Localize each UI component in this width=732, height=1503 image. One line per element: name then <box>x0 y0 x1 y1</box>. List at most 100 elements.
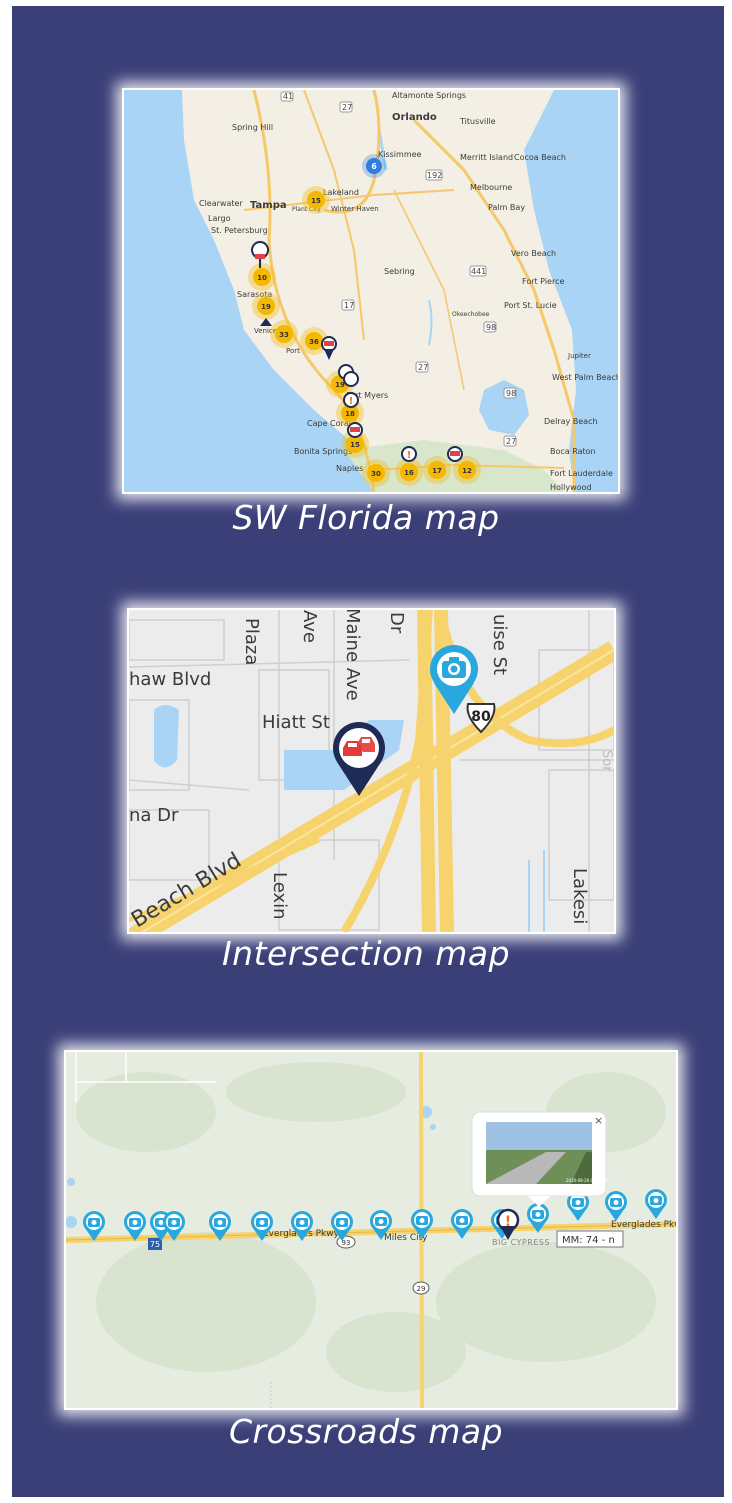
shield-93: 93 <box>336 1235 356 1249</box>
svg-text:80: 80 <box>471 709 491 725</box>
cluster-marker[interactable]: 17 <box>423 456 451 484</box>
shield-41: 41 <box>283 92 293 101</box>
camera-snapshot[interactable]: 2020-08-26 09:00:00 <box>486 1122 609 1184</box>
svg-text:Lexin: Lexin <box>269 872 290 920</box>
svg-text:Kissimmee: Kissimmee <box>378 150 422 159</box>
svg-text:15: 15 <box>350 441 360 449</box>
svg-text:2020-08-26 09:00:00: 2020-08-26 09:00:00 <box>566 1178 609 1183</box>
crash-icon[interactable] <box>321 336 337 360</box>
city-label: Altamonte Springs <box>392 91 466 100</box>
svg-text:27: 27 <box>342 103 352 112</box>
crash-icon[interactable] <box>347 422 363 438</box>
svg-text:haw Blvd: haw Blvd <box>129 669 211 690</box>
svg-text:Tampa: Tampa <box>250 200 287 211</box>
city-label: Orlando <box>392 112 437 123</box>
svg-text:12: 12 <box>462 467 472 475</box>
svg-text:!: ! <box>407 450 412 461</box>
svg-text:441: 441 <box>471 267 486 276</box>
svg-text:Spring Hill: Spring Hill <box>232 123 273 132</box>
svg-text:10: 10 <box>257 274 267 282</box>
svg-text:Clearwater: Clearwater <box>199 199 243 208</box>
svg-text:192: 192 <box>427 171 442 180</box>
camera-icon[interactable] <box>605 1191 627 1221</box>
svg-text:Dr: Dr <box>386 612 407 634</box>
caption-sw-florida: SW Florida map <box>232 498 500 537</box>
place-label: BIG CYPRESS <box>492 1238 550 1247</box>
shield-75: 75 <box>148 1238 162 1250</box>
svg-text:27: 27 <box>418 363 428 372</box>
svg-text:Naples: Naples <box>336 464 363 473</box>
svg-text:Delray Beach: Delray Beach <box>544 417 598 426</box>
svg-text:MM: 74 - n: MM: 74 - n <box>562 1235 615 1246</box>
svg-text:St. Petersburg: St. Petersburg <box>211 226 268 235</box>
svg-text:Plaza: Plaza <box>241 618 262 665</box>
cluster-marker[interactable]: 30 <box>362 459 390 487</box>
svg-text:Jupiter: Jupiter <box>567 352 591 360</box>
cluster-marker-blue[interactable]: 6 <box>362 154 386 178</box>
svg-text:16: 16 <box>404 469 414 477</box>
svg-text:19: 19 <box>261 303 271 311</box>
intersection-map[interactable]: Plaza Ave Maine Ave Dr uise St haw Blvd … <box>127 608 616 934</box>
svg-text:Vero Beach: Vero Beach <box>511 249 556 258</box>
svg-text:Maine Ave: Maine Ave <box>342 610 363 701</box>
svg-text:Boca Raton: Boca Raton <box>550 447 596 456</box>
milemarker-tooltip: MM: 74 - n <box>556 1230 624 1248</box>
svg-text:19: 19 <box>335 381 345 389</box>
svg-text:Palm Bay: Palm Bay <box>488 203 525 212</box>
svg-text:Sebring: Sebring <box>384 267 415 276</box>
svg-text:Okeechobee: Okeechobee <box>452 311 490 318</box>
svg-text:6: 6 <box>371 162 377 171</box>
cluster-marker[interactable]: 15 <box>302 186 330 214</box>
cluster-marker[interactable]: 19 <box>252 292 280 320</box>
svg-text:West Palm Beach: West Palm Beach <box>552 373 618 382</box>
caption-crossroads: Crossroads map <box>228 1412 504 1451</box>
cluster-marker[interactable]: 16 <box>395 458 423 486</box>
svg-text:Hiatt St: Hiatt St <box>262 712 330 733</box>
svg-text:Winter Haven: Winter Haven <box>331 205 379 213</box>
camera-popup[interactable]: 2020-08-26 09:00:00 × <box>471 1111 609 1207</box>
camera-icon[interactable] <box>451 1209 473 1239</box>
road-label: Everglades Pkwy <box>611 1220 676 1230</box>
svg-text:Sor: Sor <box>599 750 614 772</box>
svg-text:30: 30 <box>371 470 381 478</box>
svg-text:27: 27 <box>506 437 516 446</box>
svg-text:uise St: uise St <box>489 614 510 675</box>
crash-icon[interactable] <box>447 446 463 462</box>
svg-text:Fort Pierce: Fort Pierce <box>522 277 564 286</box>
alert-icon[interactable]: ! <box>343 392 359 408</box>
camera-icon[interactable] <box>645 1189 667 1219</box>
shield-29: 29 <box>412 1281 430 1295</box>
cluster-marker[interactable]: 33 <box>270 320 298 348</box>
svg-text:Fort Lauderdale: Fort Lauderdale <box>550 469 613 478</box>
svg-text:98: 98 <box>506 389 516 398</box>
crossroads-map[interactable]: 75 93 29 Everglades Pkwy Everglades Pkwy… <box>64 1050 678 1410</box>
svg-text:Port St. Lucie: Port St. Lucie <box>504 301 557 310</box>
svg-text:98: 98 <box>486 323 496 332</box>
svg-text:17: 17 <box>432 467 442 475</box>
svg-text:36: 36 <box>309 338 319 346</box>
svg-text:Ave: Ave <box>299 610 320 643</box>
svg-text:Cocoa Beach: Cocoa Beach <box>514 153 566 162</box>
svg-text:Merritt Island: Merritt Island <box>460 153 513 162</box>
caption-intersection: Intersection map <box>221 934 511 973</box>
svg-text:Titusville: Titusville <box>459 117 496 126</box>
svg-text:na Dr: na Dr <box>129 805 179 826</box>
svg-text:93: 93 <box>342 1239 351 1247</box>
svg-text:29: 29 <box>417 1285 426 1293</box>
svg-text:Port: Port <box>286 347 300 355</box>
svg-text:33: 33 <box>279 331 289 339</box>
svg-text:Lakesi: Lakesi <box>569 868 590 924</box>
svg-text:Melbourne: Melbourne <box>470 183 512 192</box>
svg-text:!: ! <box>349 396 354 407</box>
alert-icon[interactable]: ! <box>401 446 417 462</box>
svg-text:18: 18 <box>345 410 355 418</box>
svg-text:Hollywood: Hollywood <box>550 483 592 492</box>
svg-text:75: 75 <box>150 1240 160 1249</box>
svg-text:15: 15 <box>311 197 321 205</box>
svg-text:!: ! <box>505 1214 511 1230</box>
svg-text:Largo: Largo <box>208 214 231 223</box>
sw-florida-map[interactable]: 41 27 192 441 17 98 27 98 27 Altamonte S… <box>122 88 620 494</box>
svg-text:17: 17 <box>344 301 354 310</box>
close-icon[interactable]: × <box>594 1114 603 1127</box>
cluster-marker[interactable]: 10 <box>248 263 276 291</box>
